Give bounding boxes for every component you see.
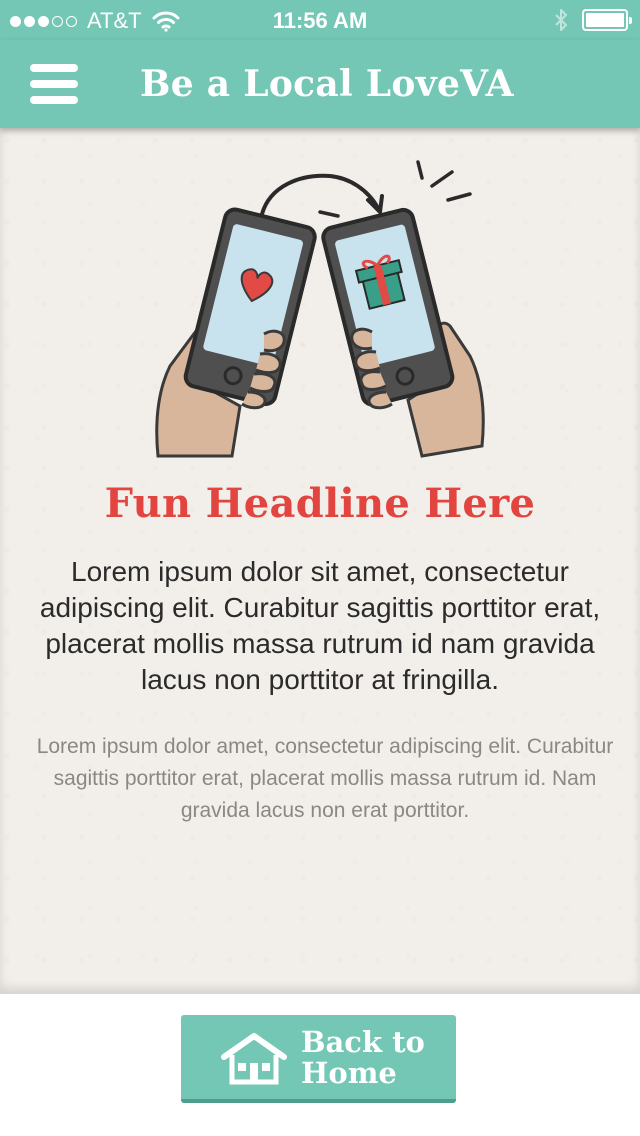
nav-bar: Be a Local LoveVA — [0, 40, 640, 128]
status-right — [554, 8, 632, 32]
app-screen: AT&T 11:56 AM Be a Local LoveVA Fun Head… — [0, 0, 640, 1136]
battery-icon — [582, 9, 632, 31]
house-icon — [221, 1033, 287, 1085]
sub-text: Lorem ipsum dolor amet, consectetur adip… — [36, 735, 614, 822]
hamburger-menu-icon[interactable] — [30, 62, 78, 106]
back-to-home-button[interactable]: Back to Home — [181, 1015, 456, 1103]
footer: Back to Home — [0, 994, 640, 1136]
status-bar: AT&T 11:56 AM — [0, 0, 640, 40]
body-text: Lorem ipsum dolor sit amet, consectetur … — [39, 556, 601, 695]
bluetooth-icon — [555, 9, 567, 31]
headline: Fun Headline Here — [104, 480, 536, 527]
clock: 11:56 AM — [272, 8, 368, 33]
home-button-label: Back to Home — [301, 1027, 451, 1089]
page-title: Be a Local LoveVA — [140, 63, 514, 105]
home-button-line1: Back to — [301, 1025, 425, 1059]
main-content: Fun Headline Here Lorem ipsum dolor sit … — [0, 128, 640, 994]
phones-exchange-illustration — [155, 160, 485, 458]
arrow-icon — [260, 173, 380, 216]
home-button-line2: Home — [301, 1056, 397, 1090]
